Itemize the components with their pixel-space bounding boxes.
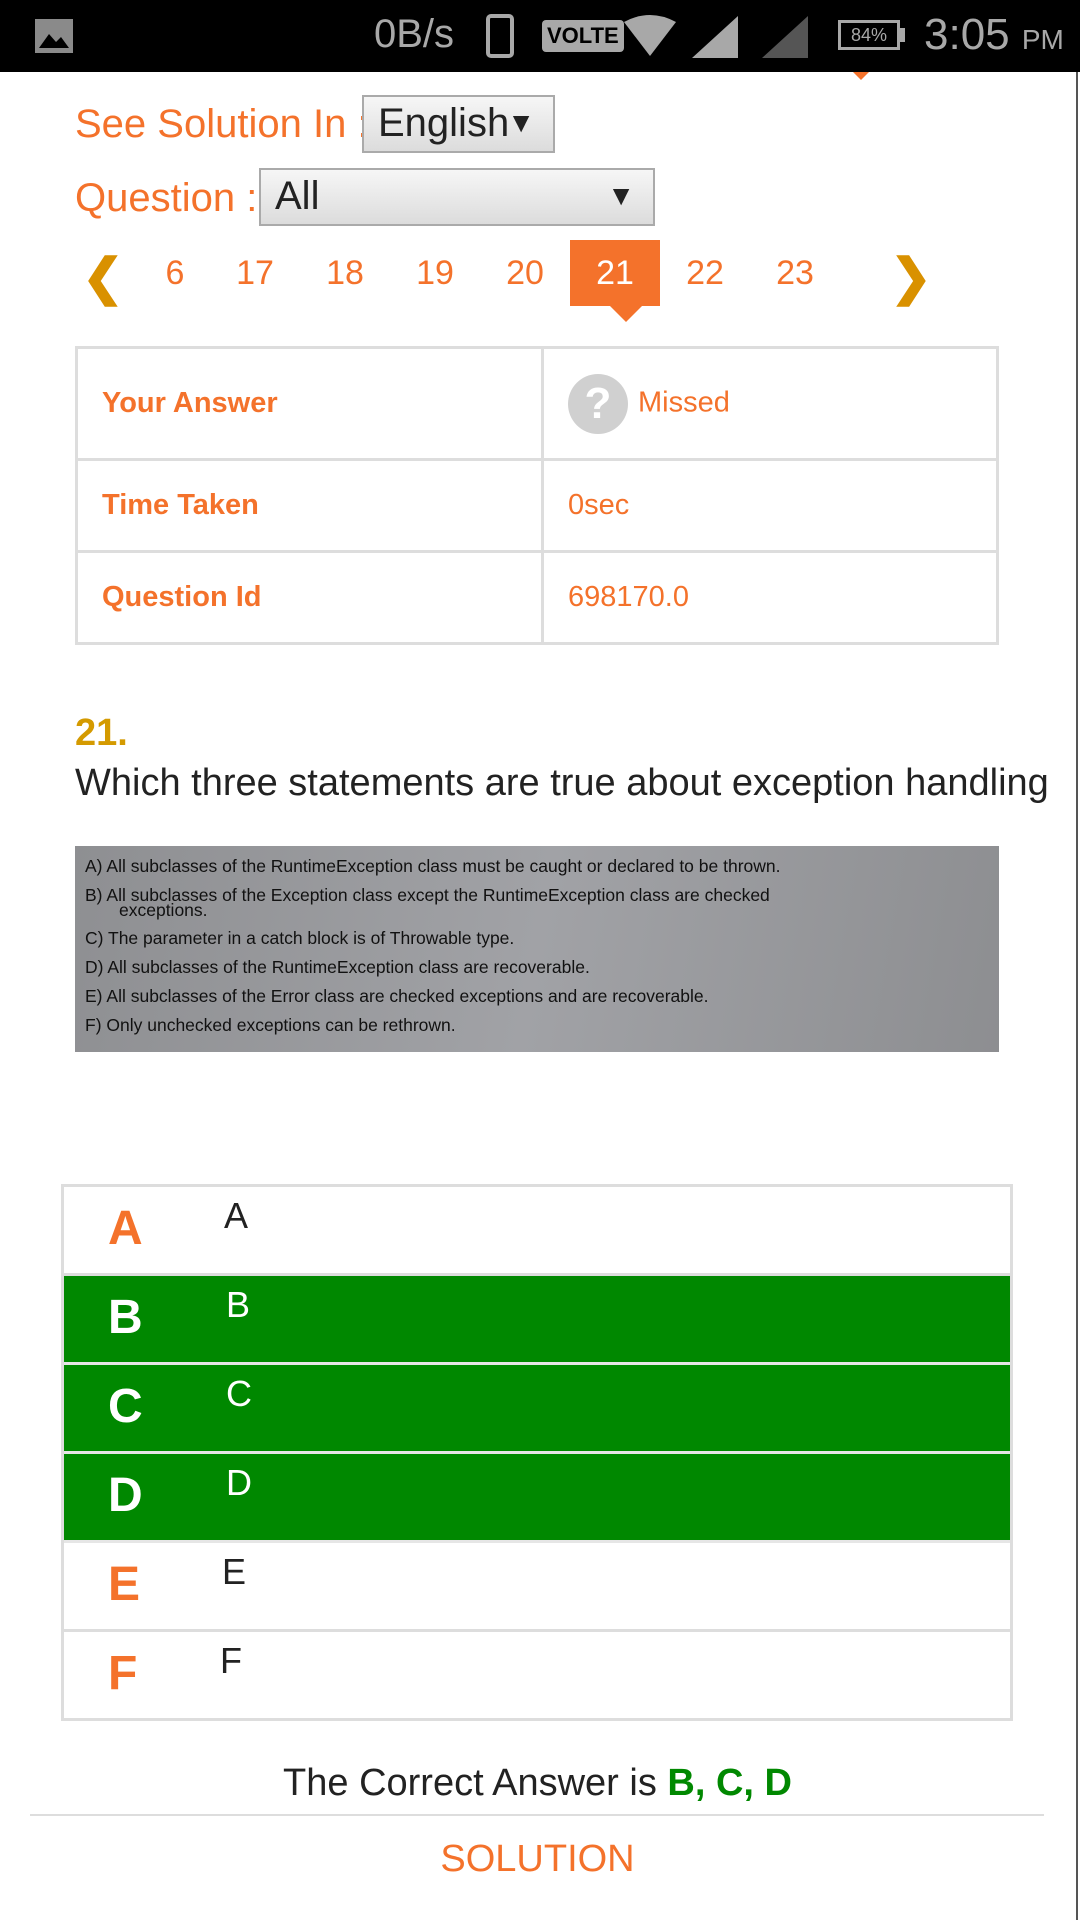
image-line: C) The parameter in a catch block is of … [85, 928, 515, 948]
info-key: Question Id [75, 550, 544, 645]
option-letter: F [108, 1647, 138, 1700]
image-line: A) All subclasses of the RuntimeExceptio… [85, 856, 781, 876]
correct-answer-value: B, C, D [667, 1762, 792, 1804]
solution-language-label: See Solution In : [75, 102, 369, 146]
image-line: F) Only unchecked exceptions can be reth… [85, 1015, 456, 1035]
page-18[interactable]: 18 [300, 240, 390, 306]
volte-badge: VOLTE [542, 20, 624, 52]
dropdown-arrow-icon: ▼ [607, 180, 635, 211]
prev-page-icon[interactable]: ❮ [82, 248, 124, 306]
sim2-signal-icon [762, 16, 808, 58]
sim1-signal-icon [692, 16, 738, 58]
question-filter-value: All [275, 174, 320, 218]
option-e[interactable]: E E [64, 1543, 1010, 1632]
option-letter: B [108, 1291, 143, 1344]
phone-icon [486, 14, 514, 58]
battery-icon: 84% [838, 20, 900, 50]
divider [30, 1814, 1044, 1816]
option-letter: E [108, 1558, 141, 1611]
answer-options: A A B B C C D D E E F F [61, 1184, 1013, 1721]
question-image: A) All subclasses of the RuntimeExceptio… [75, 846, 999, 1052]
page-23[interactable]: 23 [750, 240, 840, 306]
info-value: 0sec [541, 458, 999, 553]
info-value-cell: ? Missed [541, 346, 999, 461]
next-page-icon[interactable]: ❯ [890, 248, 932, 306]
option-b[interactable]: B B [64, 1276, 1010, 1365]
page-20[interactable]: 20 [480, 240, 570, 306]
question-filter-label: Question : [75, 176, 258, 220]
option-text: C [226, 1373, 252, 1414]
table-row: Time Taken 0sec [75, 458, 999, 553]
option-a[interactable]: A A [64, 1187, 1010, 1276]
option-text: D [226, 1462, 252, 1503]
page-21-active[interactable]: 21 [570, 240, 660, 306]
question-text: Which three statements are true about ex… [75, 762, 1049, 804]
info-value: Missed [638, 386, 730, 419]
question-pager: ❮ 6 17 18 19 20 21 22 23 ❯ [0, 240, 1080, 310]
info-value: 698170.0 [541, 550, 999, 645]
option-letter: C [108, 1380, 143, 1433]
option-letter: A [108, 1202, 143, 1255]
page-19[interactable]: 19 [390, 240, 480, 306]
question-filter-select[interactable]: All ▼ [259, 168, 655, 226]
option-text: A [224, 1195, 249, 1236]
image-line: D) All subclasses of the RuntimeExceptio… [85, 957, 590, 977]
gallery-notification-icon [35, 19, 73, 53]
solution-tab[interactable]: SOLUTION [0, 1838, 1075, 1881]
correct-answer: The Correct Answer is B, C, D [0, 1762, 1075, 1805]
answer-info-table: Your Answer ? Missed Time Taken 0sec Ques… [75, 346, 999, 645]
info-key: Time Taken [75, 458, 544, 553]
option-text: E [222, 1551, 247, 1592]
image-line: E) All subclasses of the Error class are… [85, 986, 709, 1006]
solution-language-select[interactable]: English ▼ [362, 95, 555, 153]
option-text: B [226, 1284, 251, 1325]
status-bar: 0B/s VOLTE 84% 3:05 PM [0, 0, 1080, 72]
scroll-edge [1076, 72, 1078, 1920]
question-mark-icon: ? [568, 373, 628, 434]
option-c[interactable]: C C [64, 1365, 1010, 1454]
clock: 3:05 PM [924, 10, 1064, 59]
table-row: Your Answer ? Missed [75, 346, 999, 461]
table-row: Question Id 698170.0 [75, 550, 999, 645]
question-number: 21. [75, 712, 128, 754]
network-speed: 0B/s [374, 12, 455, 56]
dropdown-arrow-icon: ▼ [507, 107, 535, 138]
wifi-icon [624, 15, 676, 56]
dropdown-notch [853, 72, 869, 80]
correct-answer-prefix: The Correct Answer is [283, 1762, 657, 1804]
option-letter: D [108, 1469, 143, 1522]
option-f[interactable]: F F [64, 1632, 1010, 1718]
option-d[interactable]: D D [64, 1454, 1010, 1543]
active-page-caret [610, 306, 642, 322]
info-key: Your Answer [75, 346, 544, 461]
option-text: F [220, 1640, 242, 1681]
page-6[interactable]: 6 [130, 240, 220, 306]
battery-tip [900, 28, 905, 42]
solution-language-value: English [378, 101, 510, 145]
page-22[interactable]: 22 [660, 240, 750, 306]
page-17[interactable]: 17 [210, 240, 300, 306]
